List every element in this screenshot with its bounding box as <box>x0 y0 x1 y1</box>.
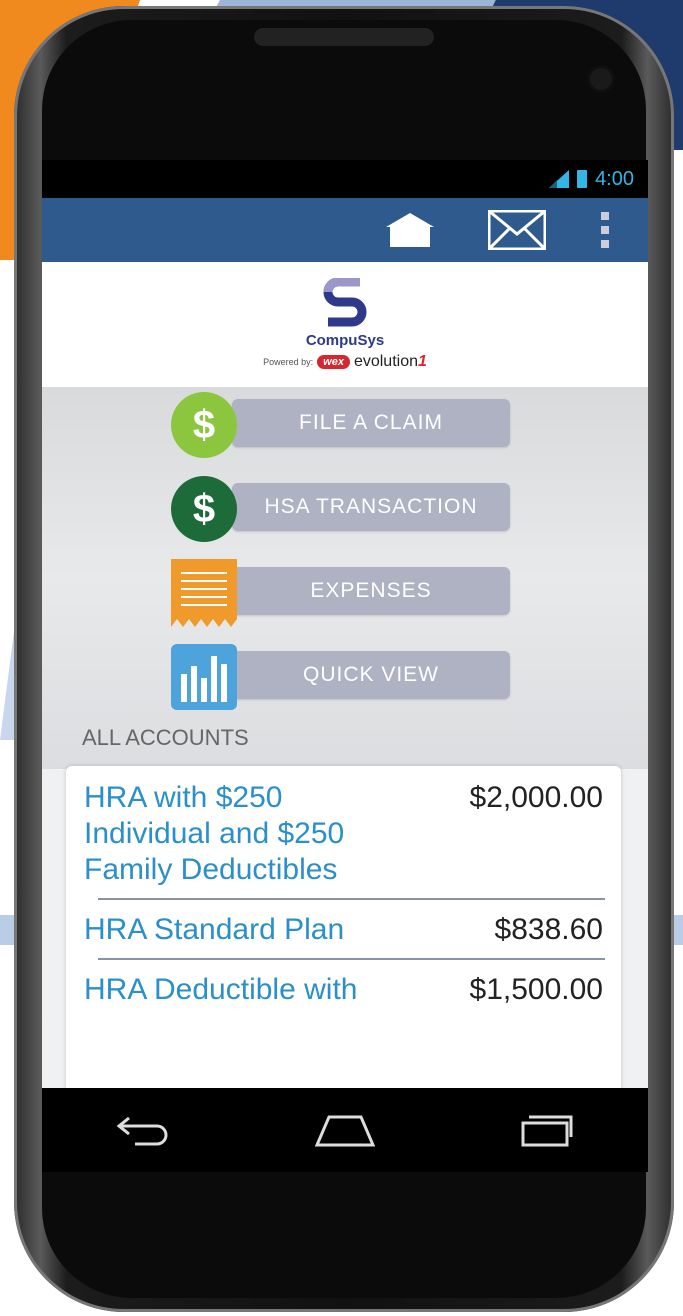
receipt-icon <box>170 559 238 627</box>
divider <box>98 898 605 900</box>
home-icon[interactable] <box>386 213 434 247</box>
divider <box>98 958 605 960</box>
expenses-item[interactable]: EXPENSES <box>42 559 648 627</box>
powered-by-label: Powered by: <box>263 357 314 367</box>
account-amount: $838.60 <box>494 913 603 946</box>
dollar-icon: $ <box>170 475 238 543</box>
evolution-logo: evolution1 <box>353 353 427 370</box>
quick-view-button[interactable]: QUICK VIEW <box>232 651 510 699</box>
mail-icon[interactable] <box>488 210 546 250</box>
app-screen: 4:00 CompuSys Powered by: wex evolution1… <box>42 160 648 1088</box>
quick-view-item[interactable]: QUICK VIEW <box>42 643 648 710</box>
account-amount: $1,500.00 <box>469 973 603 1006</box>
account-amount: $2,000.00 <box>469 781 603 814</box>
system-nav-bar <box>42 1088 648 1172</box>
brand-header: CompuSys Powered by: wex evolution1 <box>42 262 648 387</box>
file-claim-item[interactable]: FILE A CLAIM $ <box>42 391 648 458</box>
accounts-list: HRA with $250 Individual and $250 Family… <box>66 766 621 1088</box>
powered-by: Powered by: wex evolution1 <box>263 353 427 371</box>
front-camera <box>590 68 612 90</box>
wex-logo: wex <box>317 355 350 369</box>
home-nav-icon[interactable] <box>305 1100 385 1160</box>
battery-icon <box>577 170 588 188</box>
compusys-logo-icon <box>323 278 367 327</box>
bar-chart-icon <box>170 643 238 711</box>
account-name[interactable]: HRA with $250 Individual and $250 Family… <box>84 780 344 888</box>
brand-name: CompuSys <box>305 332 385 349</box>
list-item[interactable]: HRA with $250 Individual and $250 Family… <box>66 766 621 888</box>
recent-apps-icon[interactable] <box>507 1100 587 1160</box>
status-time: 4:00 <box>595 167 634 190</box>
action-bar <box>42 198 648 262</box>
section-title: ALL ACCOUNTS <box>82 725 249 750</box>
hsa-transaction-button[interactable]: HSA TRANSACTION <box>232 483 510 531</box>
main-menu: FILE A CLAIM $ HSA TRANSACTION $ EXPENSE… <box>42 387 648 769</box>
list-item[interactable]: HRA Deductible with $1,500.00 <box>66 972 621 1008</box>
file-claim-button[interactable]: FILE A CLAIM <box>232 399 510 447</box>
list-item[interactable]: HRA Standard Plan $838.60 <box>66 912 621 948</box>
account-name[interactable]: HRA Standard Plan <box>84 912 344 948</box>
speaker-grille <box>254 28 434 46</box>
back-icon[interactable] <box>103 1100 183 1160</box>
account-name[interactable]: HRA Deductible with <box>84 972 357 1008</box>
signal-icon <box>549 170 570 188</box>
expenses-button[interactable]: EXPENSES <box>232 567 510 615</box>
hsa-transaction-item[interactable]: HSA TRANSACTION $ <box>42 475 648 542</box>
dollar-icon: $ <box>170 391 238 459</box>
overflow-menu-icon[interactable] <box>600 212 610 248</box>
status-bar: 4:00 <box>42 160 648 198</box>
